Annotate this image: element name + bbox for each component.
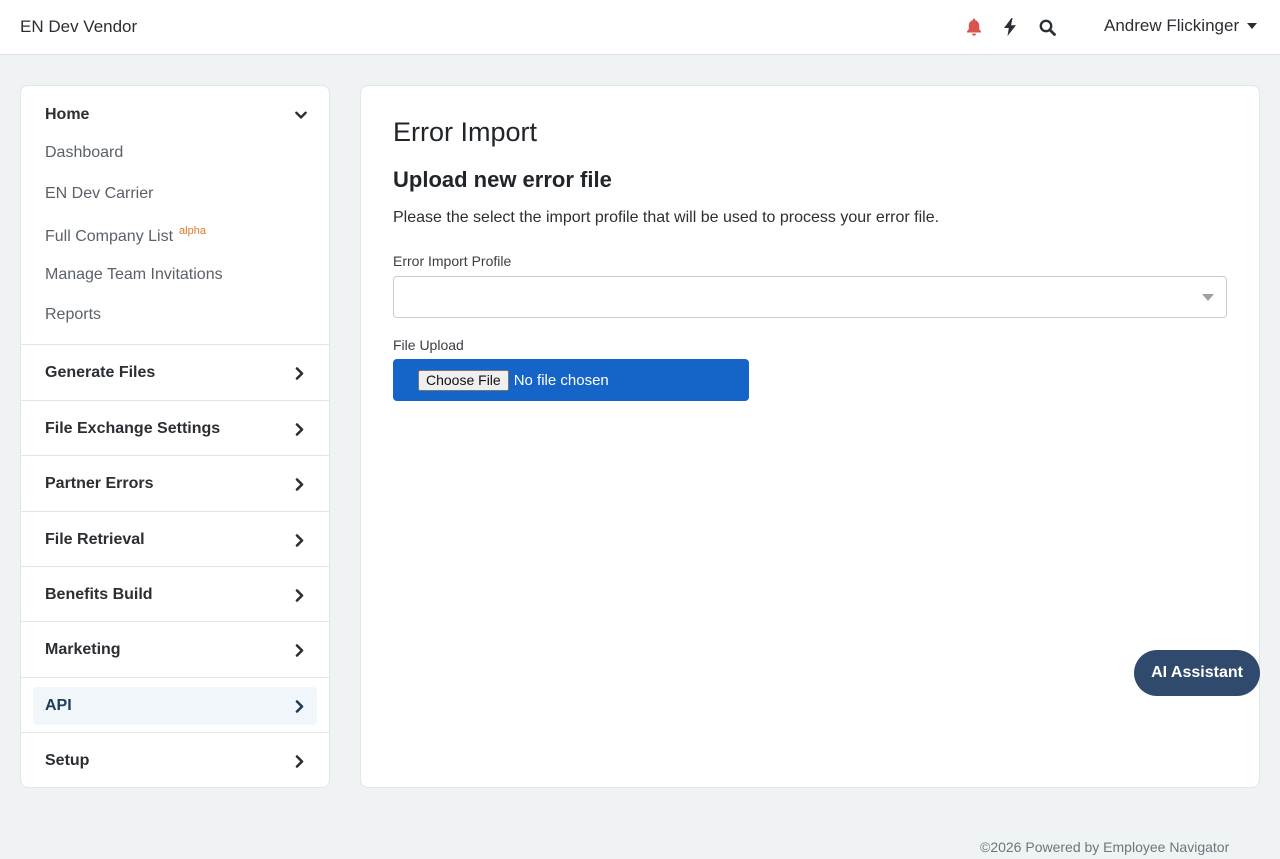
sidebar-section-api[interactable]: API bbox=[33, 687, 317, 725]
sidebar-section: Generate Files bbox=[21, 344, 329, 400]
alpha-badge: alpha bbox=[179, 225, 206, 237]
top-navbar: EN Dev Vendor Andrew Flickinger bbox=[0, 0, 1280, 55]
main-panel: Error Import Upload new error file Pleas… bbox=[360, 85, 1260, 788]
brand-name[interactable]: EN Dev Vendor bbox=[20, 17, 137, 37]
footer-text: ©2026 Powered by Employee Navigator bbox=[980, 839, 1230, 855]
error-import-profile-select[interactable] bbox=[393, 276, 1227, 318]
sidebar-section-file-exchange-settings[interactable]: File Exchange Settings bbox=[33, 410, 317, 448]
chevron-right-icon bbox=[293, 533, 305, 547]
sidebar-section: File Retrieval bbox=[21, 511, 329, 567]
chevron-right-icon bbox=[293, 422, 305, 436]
chevron-right-icon bbox=[293, 366, 305, 380]
chevron-right-icon bbox=[293, 588, 305, 602]
sidebar-section: File Exchange Settings bbox=[21, 400, 329, 456]
choose-file-button[interactable]: Choose File bbox=[418, 369, 509, 391]
sidebar-section-label: API bbox=[45, 697, 72, 714]
sidebar: Home Dashboard EN Dev Carrier Full Compa… bbox=[20, 85, 330, 788]
user-name: Andrew Flickinger bbox=[1104, 16, 1240, 35]
sidebar-item-full-company-list[interactable]: Full Company List alpha bbox=[45, 225, 206, 246]
chevron-right-icon bbox=[293, 477, 305, 491]
bolt-icon[interactable] bbox=[1000, 16, 1020, 38]
file-upload-input[interactable]: Choose File No file chosen bbox=[393, 359, 749, 401]
sidebar-section: Benefits Build bbox=[21, 566, 329, 622]
page-title: Error Import bbox=[393, 117, 538, 147]
profile-field-label: Error Import Profile bbox=[393, 253, 512, 269]
section-title: Upload new error file bbox=[393, 167, 612, 192]
sidebar-section-marketing[interactable]: Marketing bbox=[33, 631, 317, 669]
sidebar-section-label: Partner Errors bbox=[45, 475, 154, 492]
user-menu[interactable]: Andrew Flickinger bbox=[1104, 16, 1258, 36]
chevron-right-icon bbox=[293, 754, 305, 768]
chevron-right-icon bbox=[293, 699, 305, 713]
dropdown-arrow-icon bbox=[1202, 294, 1214, 301]
sidebar-section-label: Marketing bbox=[45, 641, 121, 658]
file-status-text: No file chosen bbox=[513, 371, 609, 389]
ai-assistant-button[interactable]: AI Assistant bbox=[1134, 650, 1260, 696]
sidebar-section-partner-errors[interactable]: Partner Errors bbox=[33, 465, 317, 503]
sidebar-section: Setup bbox=[21, 732, 329, 787]
sidebar-item-label: Full Company List bbox=[45, 228, 174, 245]
sidebar-section-label: Generate Files bbox=[45, 364, 156, 381]
caret-down-icon bbox=[1247, 23, 1258, 29]
sidebar-section-label: File Exchange Settings bbox=[45, 420, 221, 437]
instructions-text: Please the select the import profile tha… bbox=[393, 209, 940, 226]
sidebar-section-generate-files[interactable]: Generate Files bbox=[33, 354, 317, 392]
sidebar-section: Marketing bbox=[21, 621, 329, 677]
sidebar-section-label: Benefits Build bbox=[45, 586, 153, 603]
sidebar-item-dashboard[interactable]: Dashboard bbox=[45, 144, 123, 162]
sidebar-section: Partner Errors bbox=[21, 455, 329, 511]
sidebar-item-reports[interactable]: Reports bbox=[45, 306, 101, 324]
sidebar-item-en-dev-carrier[interactable]: EN Dev Carrier bbox=[45, 185, 153, 203]
sidebar-section: API bbox=[21, 677, 329, 733]
sidebar-section-setup[interactable]: Setup bbox=[33, 742, 317, 780]
sidebar-section-label: Setup bbox=[45, 752, 90, 769]
bell-icon[interactable] bbox=[964, 16, 984, 38]
sidebar-section-label: File Retrieval bbox=[45, 531, 145, 548]
file-upload-label: File Upload bbox=[393, 337, 464, 353]
search-icon[interactable] bbox=[1037, 16, 1057, 38]
sidebar-section-label: Home bbox=[45, 106, 90, 123]
chevron-down-icon bbox=[295, 108, 307, 122]
sidebar-section-file-retrieval[interactable]: File Retrieval bbox=[33, 521, 317, 559]
sidebar-item-manage-team-invitations[interactable]: Manage Team Invitations bbox=[45, 266, 223, 284]
top-icon-group bbox=[964, 16, 1057, 38]
sidebar-section-benefits-build[interactable]: Benefits Build bbox=[33, 576, 317, 614]
sidebar-section-home[interactable]: Home bbox=[45, 105, 307, 125]
chevron-right-icon bbox=[293, 643, 305, 657]
